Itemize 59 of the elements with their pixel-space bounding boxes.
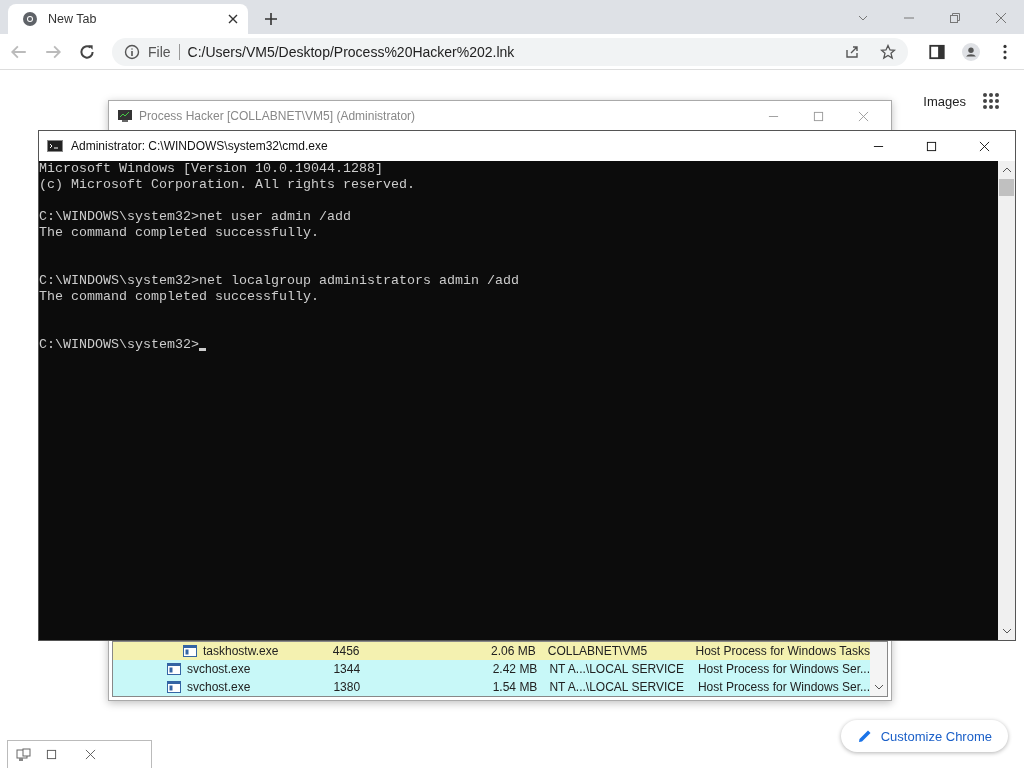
process-row[interactable]: svchost.exe 1380 1.54 MB NT A...\LOCAL SERVICE Host Process for Windows Ser... <box>113 678 870 696</box>
address-bar[interactable]: File C:/Users/VM5/Desktop/Process%20Hacker%202.lnk <box>112 37 908 66</box>
window-title: Administrator: C:\WINDOWS\system32\cmd.exe <box>71 139 328 153</box>
scroll-thumb[interactable] <box>999 179 1014 196</box>
console-line: Microsoft Windows [Version 10.0.19044.1288] <box>39 161 383 177</box>
memory-cell-text: 1.54 MB <box>491 680 538 694</box>
console-prompt: C:\WINDOWS\system32> <box>39 337 199 353</box>
profile-icon[interactable] <box>962 42 980 61</box>
process-name: svchost.exe <box>187 662 251 676</box>
pid-cell-text: 1344 <box>332 662 362 676</box>
pencil-icon <box>856 728 873 744</box>
process-name: svchost.exe <box>187 680 251 694</box>
share-icon[interactable] <box>844 43 860 60</box>
browser-tab[interactable]: New Tab <box>8 4 248 34</box>
restore-icon[interactable] <box>949 12 961 24</box>
scroll-up-icon[interactable] <box>1001 167 1012 173</box>
scheme-label: File <box>148 43 171 60</box>
memory-cell-text: 2.06 MB <box>490 644 536 658</box>
window-icon <box>167 663 181 675</box>
side-panel-icon[interactable] <box>928 42 946 61</box>
memory-cell-text: 2.42 MB <box>491 662 538 676</box>
console-line: C:\WINDOWS\system32>net localgroup administrators admin /add <box>39 273 519 289</box>
maximize-icon[interactable] <box>926 140 937 152</box>
console-line: (c) Microsoft Corporation. All rights reserved. <box>39 177 415 193</box>
console-icon <box>47 140 63 152</box>
process-row[interactable]: svchost.exe 1344 2.42 MB NT A...\LOCAL SERVICE Host Process for Windows Ser... <box>113 660 870 678</box>
apps-grid-icon[interactable] <box>982 92 1000 110</box>
restore-icon[interactable] <box>46 749 57 760</box>
console-line: The command completed successfully. <box>39 225 319 241</box>
new-tab-icon[interactable] <box>264 12 278 26</box>
browser-logo-icon <box>22 11 38 27</box>
window-icon <box>183 645 197 657</box>
description-cell: Host Process for Windows Ser... <box>697 662 870 676</box>
window-title: Process Hacker [COLLABNET\VM5] (Administrator) <box>139 109 416 123</box>
scrollbar[interactable] <box>998 161 1015 640</box>
pid-cell-text: 1380 <box>332 680 362 694</box>
close-icon[interactable] <box>228 14 238 24</box>
scroll-down-icon[interactable] <box>1001 628 1012 634</box>
description-cell: Host Process for Windows Tasks <box>695 644 870 658</box>
process-row[interactable]: taskhostw.exe 4456 2.06 MB COLLABNET\VM5 Host Process for Windows Tasks <box>113 642 870 660</box>
pid-cell-text: 4456 <box>331 644 361 658</box>
tab-title: New Tab <box>48 12 98 26</box>
user-cell-text: COLLABNET\VM5 <box>546 644 649 658</box>
star-icon[interactable] <box>880 43 896 60</box>
page-link[interactable]: Images <box>923 93 966 109</box>
scrollbar[interactable] <box>870 642 887 696</box>
user-cell-text: NT A...\LOCAL SERVICE <box>548 662 685 676</box>
console-line: The command completed successfully. <box>39 289 319 305</box>
user-cell-text: NT A...\LOCAL SERVICE <box>548 680 685 694</box>
scroll-down-icon[interactable] <box>873 684 884 690</box>
url-text: C:/Users/VM5/Desktop/Process%20Hacker%202.lnk <box>187 43 515 60</box>
description-cell: Host Process for Windows Ser... <box>697 680 870 694</box>
close-icon[interactable] <box>979 140 990 152</box>
process-name: taskhostw.exe <box>203 644 279 658</box>
reload-icon[interactable] <box>78 42 96 61</box>
info-icon <box>124 43 140 60</box>
window-icon <box>167 681 181 693</box>
customize-chrome-button[interactable]: Customize Chrome <box>840 720 1008 752</box>
console-line: C:\WINDOWS\system32>net user admin /add <box>39 209 351 225</box>
